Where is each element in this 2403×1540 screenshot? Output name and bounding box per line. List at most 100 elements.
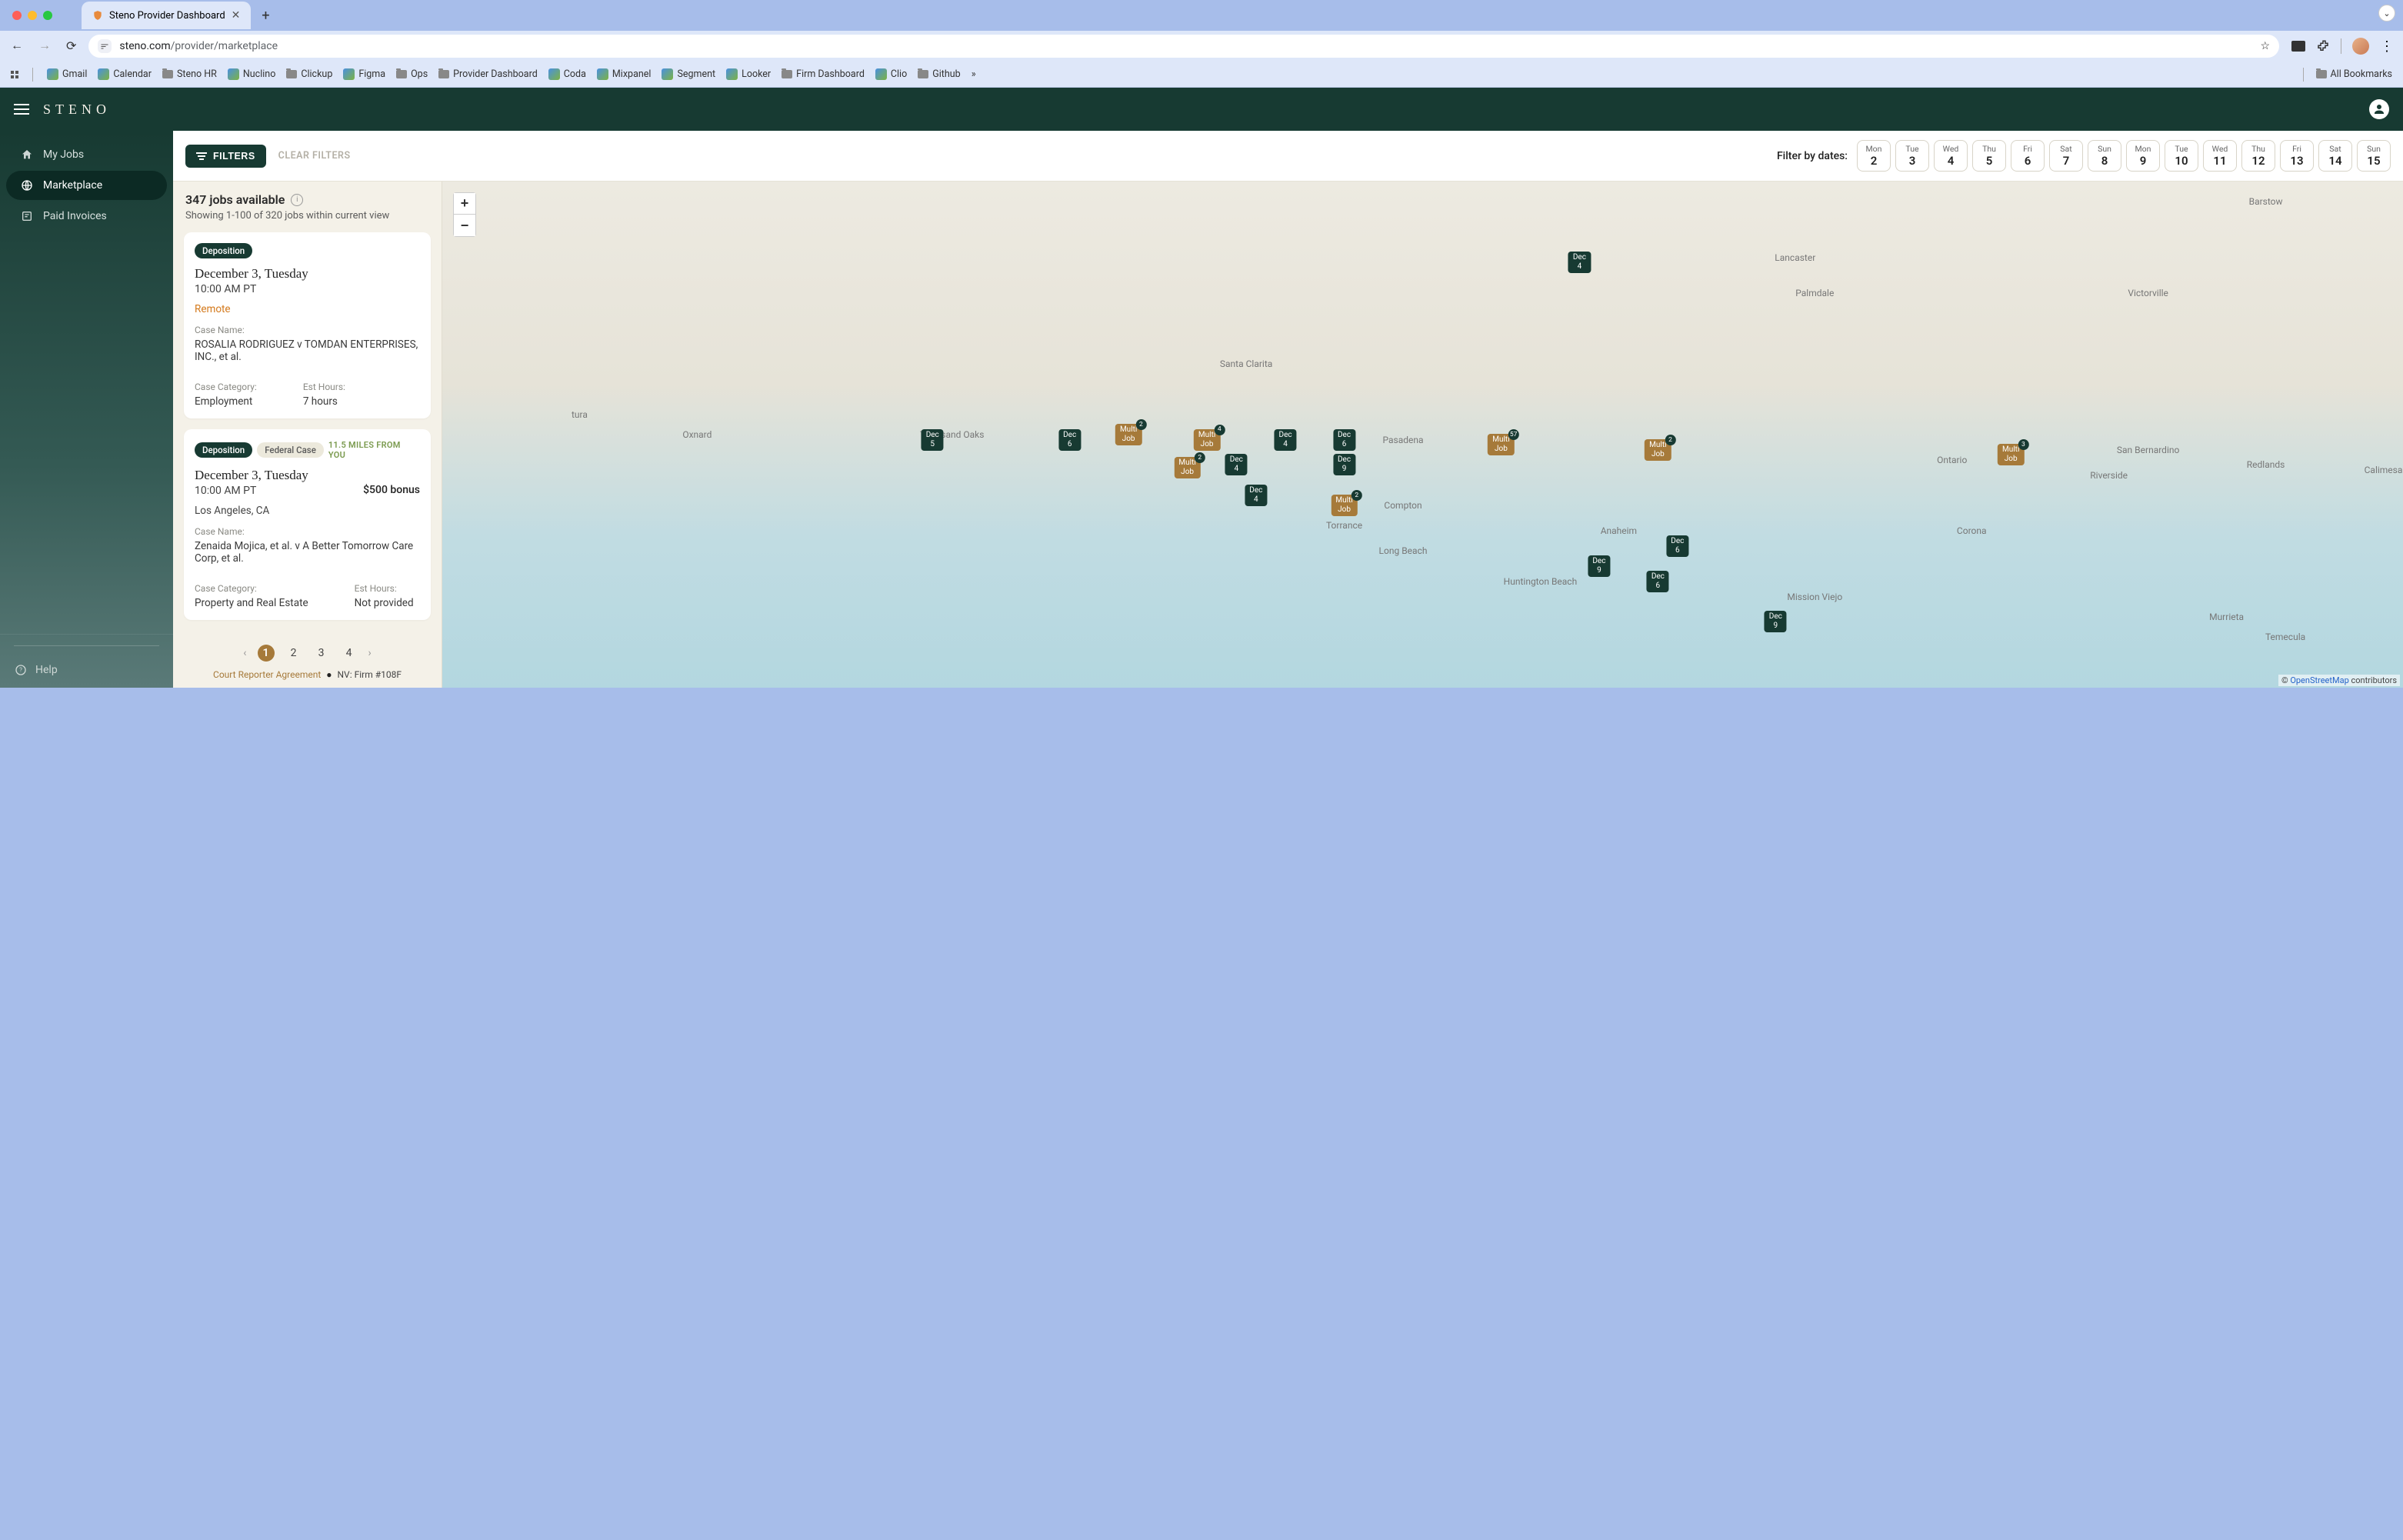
map-job-pin[interactable]: Dec4 xyxy=(1568,252,1591,273)
minimize-window[interactable] xyxy=(28,11,37,20)
map-multi-job-pin[interactable]: MultiJob2 xyxy=(1331,495,1357,516)
zoom-out-button[interactable]: − xyxy=(454,215,475,236)
extension-icon[interactable] xyxy=(2291,41,2305,52)
map-multi-job-pin[interactable]: MultiJob57 xyxy=(1488,434,1514,455)
account-icon[interactable] xyxy=(2369,99,2389,119)
date-chip[interactable]: Sat7 xyxy=(2049,140,2083,172)
map[interactable]: + − BarstowLancasterPalmdaleVictorvilleS… xyxy=(442,182,2403,688)
date-chip[interactable]: Tue3 xyxy=(1895,140,1929,172)
bookmark-item[interactable]: Figma xyxy=(343,68,385,80)
page-prev[interactable]: ‹ xyxy=(243,647,246,659)
tab-close-icon[interactable]: ✕ xyxy=(232,9,241,22)
map-job-pin[interactable]: Dec9 xyxy=(1765,611,1787,632)
bookmark-item[interactable]: Gmail xyxy=(47,68,87,80)
page-number[interactable]: 2 xyxy=(285,645,302,662)
bookmark-item[interactable]: Provider Dashboard xyxy=(438,68,538,80)
date-chip[interactable]: Tue10 xyxy=(2165,140,2198,172)
chrome-menu-icon[interactable]: ⋮ xyxy=(2380,38,2392,55)
page-number[interactable]: 1 xyxy=(258,645,275,662)
map-multi-job-pin[interactable]: MultiJob4 xyxy=(1194,429,1220,451)
bookmark-item[interactable]: Github xyxy=(918,68,960,80)
map-city-label: Torrance xyxy=(1326,520,1362,531)
map-job-pin[interactable]: Dec6 xyxy=(1333,429,1355,451)
bookmark-item[interactable]: Steno HR xyxy=(162,68,217,80)
sidebar-item-my-jobs[interactable]: My Jobs xyxy=(6,140,167,169)
bookmark-item[interactable]: Firm Dashboard xyxy=(782,68,865,80)
reload-button[interactable]: ⟳ xyxy=(66,38,76,54)
all-bookmarks[interactable]: All Bookmarks xyxy=(2316,68,2393,80)
date-chip[interactable]: Mon9 xyxy=(2126,140,2160,172)
back-button[interactable]: ← xyxy=(11,39,23,53)
page-number[interactable]: 4 xyxy=(341,645,358,662)
date-chip[interactable]: Thu5 xyxy=(1972,140,2006,172)
map-job-pin[interactable]: Dec4 xyxy=(1225,454,1248,475)
app-icon xyxy=(726,68,738,80)
map-city-label: Huntington Beach xyxy=(1504,576,1578,587)
bookmarks-overflow-icon[interactable]: » xyxy=(972,68,976,80)
profile-avatar[interactable] xyxy=(2352,38,2369,55)
bookmark-item[interactable]: Coda xyxy=(548,68,586,80)
maximize-window[interactable] xyxy=(43,11,52,20)
bookmark-item[interactable]: Mixpanel xyxy=(597,68,652,80)
map-multi-job-pin[interactable]: MultiJob2 xyxy=(1645,439,1671,461)
address-bar[interactable]: steno.com/provider/marketplace ☆ xyxy=(88,35,2279,58)
apps-grid-icon[interactable] xyxy=(11,71,18,78)
chrome-menu-chevron[interactable]: ⌄ xyxy=(2378,5,2395,22)
job-type-chip: Deposition xyxy=(195,442,252,458)
bookmark-item[interactable]: Calendar xyxy=(98,68,152,80)
firm-number: NV: Firm #108F xyxy=(338,669,402,680)
page-next[interactable]: › xyxy=(368,647,372,659)
map-job-pin[interactable]: Dec4 xyxy=(1245,485,1267,506)
bookmark-item[interactable]: Ops xyxy=(396,68,428,80)
extensions-icon[interactable] xyxy=(2316,39,2330,53)
window-controls[interactable] xyxy=(12,11,52,20)
job-card[interactable]: DepositionFederal Case11.5 MILES FROM YO… xyxy=(184,429,431,620)
map-job-pin[interactable]: Dec4 xyxy=(1275,429,1297,451)
clear-filters-button[interactable]: CLEAR FILTERS xyxy=(278,150,351,162)
close-window[interactable] xyxy=(12,11,22,20)
map-city-label: Calimesa xyxy=(2365,465,2403,475)
date-chip[interactable]: Wed4 xyxy=(1934,140,1968,172)
hamburger-icon[interactable] xyxy=(14,104,29,115)
date-chip[interactable]: Wed11 xyxy=(2203,140,2237,172)
bookmark-item[interactable]: Looker xyxy=(726,68,771,80)
map-job-pin[interactable]: Dec6 xyxy=(1058,429,1081,451)
map-multi-job-pin[interactable]: MultiJob2 xyxy=(1174,457,1200,478)
date-chip[interactable]: Fri6 xyxy=(2011,140,2045,172)
map-job-pin[interactable]: Dec5 xyxy=(922,429,944,451)
bookmark-item[interactable]: Clickup xyxy=(286,68,332,80)
filter-icon xyxy=(196,152,207,160)
date-chip[interactable]: Sun15 xyxy=(2357,140,2391,172)
new-tab-button[interactable]: + xyxy=(255,5,275,27)
sidebar-item-marketplace[interactable]: Marketplace xyxy=(6,171,167,200)
map-multi-job-pin[interactable]: MultiJob3 xyxy=(1998,444,2024,465)
date-chip[interactable]: Sun8 xyxy=(2088,140,2121,172)
job-card[interactable]: Deposition December 3, Tuesday 10:00 AM … xyxy=(184,232,431,418)
info-icon[interactable]: i xyxy=(291,194,303,206)
map-job-pin[interactable]: Dec6 xyxy=(1647,571,1669,592)
bookmark-item[interactable]: Segment xyxy=(662,68,715,80)
date-chip[interactable]: Mon2 xyxy=(1857,140,1891,172)
sidebar-item-paid-invoices[interactable]: Paid Invoices xyxy=(6,202,167,231)
page-number[interactable]: 3 xyxy=(313,645,330,662)
map-multi-job-pin[interactable]: MultiJob2 xyxy=(1115,424,1142,445)
date-chip[interactable]: Sat14 xyxy=(2318,140,2352,172)
bookmark-item[interactable]: Nuclino xyxy=(228,68,275,80)
star-icon[interactable]: ☆ xyxy=(2260,40,2270,52)
map-job-pin[interactable]: Dec9 xyxy=(1333,454,1355,475)
filters-button[interactable]: FILTERS xyxy=(185,145,266,168)
date-chip[interactable]: Thu12 xyxy=(2241,140,2275,172)
sidebar-help[interactable]: ? Help xyxy=(0,634,173,688)
browser-tab[interactable]: Steno Provider Dashboard ✕ xyxy=(82,2,251,29)
court-reporter-agreement-link[interactable]: Court Reporter Agreement xyxy=(213,669,321,680)
site-settings-icon[interactable] xyxy=(98,39,112,53)
map-job-pin[interactable]: Dec6 xyxy=(1666,535,1688,557)
date-chip[interactable]: Fri13 xyxy=(2280,140,2314,172)
zoom-in-button[interactable]: + xyxy=(454,193,475,215)
map-city-label: Pasadena xyxy=(1382,435,1423,445)
forward-button[interactable]: → xyxy=(38,39,51,53)
bookmark-item[interactable]: Clio xyxy=(875,68,907,80)
brand-logo[interactable]: STENO xyxy=(43,102,111,118)
osm-link[interactable]: OpenStreetMap xyxy=(2290,675,2348,685)
map-job-pin[interactable]: Dec9 xyxy=(1588,555,1610,577)
